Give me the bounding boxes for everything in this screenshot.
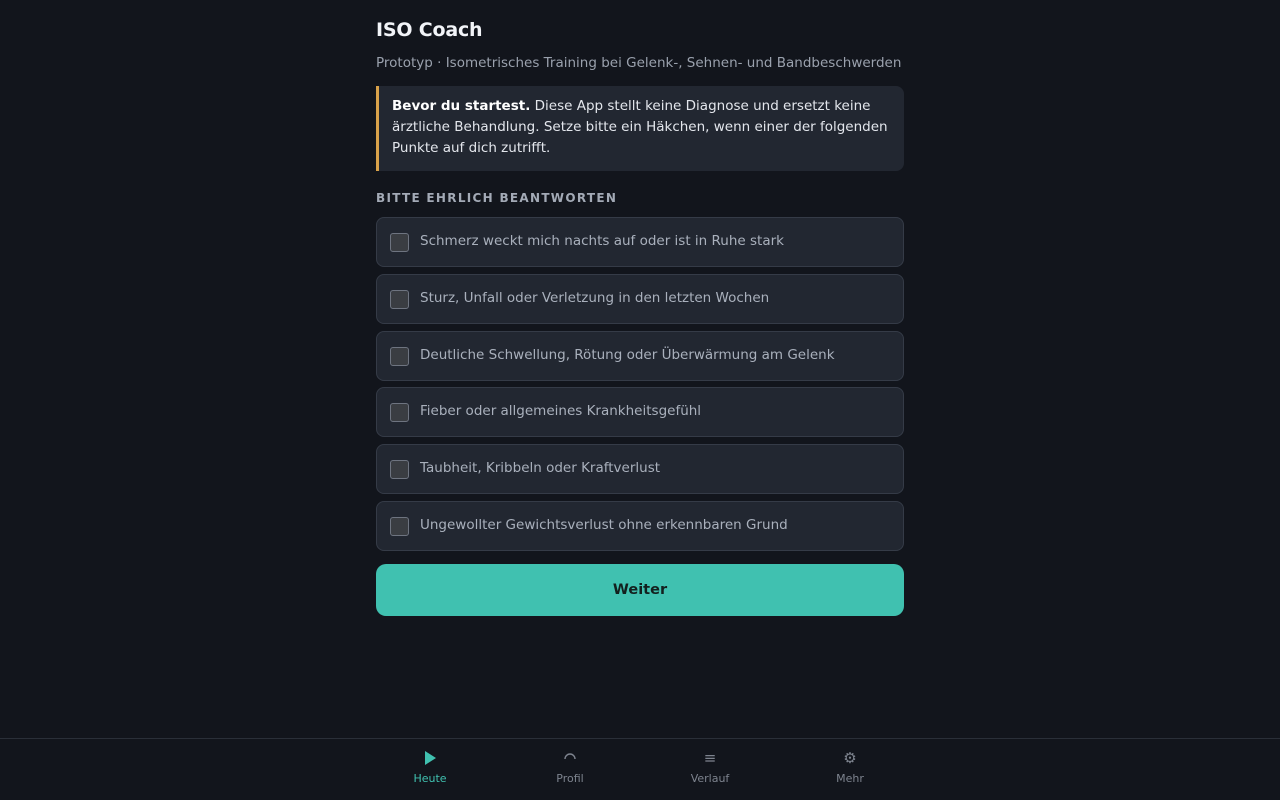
gear-icon: ⚙ xyxy=(843,749,857,767)
question-label: Sturz, Unfall oder Verletzung in den let… xyxy=(420,290,770,306)
question-item-fever[interactable]: Fieber oder allgemeines Krankheitsgefühl xyxy=(376,387,904,437)
history-icon: ≡ xyxy=(703,749,717,767)
nav-label: Heute xyxy=(413,772,447,785)
checkbox[interactable] xyxy=(390,290,409,309)
checkbox[interactable] xyxy=(390,517,409,536)
checkbox[interactable] xyxy=(390,403,409,422)
checkbox[interactable] xyxy=(390,233,409,252)
play-icon xyxy=(370,749,490,767)
nav-item-profil[interactable]: Profil xyxy=(510,739,630,800)
nav-label: Profil xyxy=(556,772,584,785)
question-item-swelling[interactable]: Deutliche Schwellung, Rötung oder Überwä… xyxy=(376,331,904,381)
nav-item-verlauf[interactable]: ≡ Verlauf xyxy=(650,739,770,800)
question-label: Ungewollter Gewichtsverlust ohne erkennb… xyxy=(420,517,788,533)
notice-lead: Bevor du startest. xyxy=(392,98,531,114)
question-item-numbness[interactable]: Taubheit, Kribbeln oder Kraftverlust xyxy=(376,444,904,494)
question-label: Fieber oder allgemeines Krankheitsgefühl xyxy=(420,403,702,419)
question-label: Schmerz weckt mich nachts auf oder ist i… xyxy=(420,233,784,249)
nav-item-heute[interactable]: Heute xyxy=(370,739,490,800)
question-item-night-pain[interactable]: Schmerz weckt mich nachts auf oder ist i… xyxy=(376,217,904,267)
question-item-weight-loss[interactable]: Ungewollter Gewichtsverlust ohne erkennb… xyxy=(376,501,904,551)
checkbox[interactable] xyxy=(390,460,409,479)
question-label: Taubheit, Kribbeln oder Kraftverlust xyxy=(420,460,661,476)
app-subtitle: Prototyp · Isometrisches Training bei Ge… xyxy=(376,55,902,71)
bottom-nav: Heute Profil ≡ Verlauf ⚙ Mehr xyxy=(0,738,1280,800)
continue-button[interactable]: Weiter xyxy=(376,564,904,616)
nav-label: Mehr xyxy=(836,772,864,785)
disclaimer-notice: Bevor du startest. Diese App stellt kein… xyxy=(376,86,904,171)
question-item-injury[interactable]: Sturz, Unfall oder Verletzung in den let… xyxy=(376,274,904,324)
profile-icon xyxy=(510,749,630,767)
questionnaire-heading: BITTE EHRLICH BEANTWORTEN xyxy=(376,191,618,205)
checkbox[interactable] xyxy=(390,347,409,366)
app-title: ISO Coach xyxy=(376,19,483,41)
question-label: Deutliche Schwellung, Rötung oder Überwä… xyxy=(420,347,835,363)
nav-item-mehr[interactable]: ⚙ Mehr xyxy=(790,739,910,800)
nav-label: Verlauf xyxy=(690,772,730,785)
